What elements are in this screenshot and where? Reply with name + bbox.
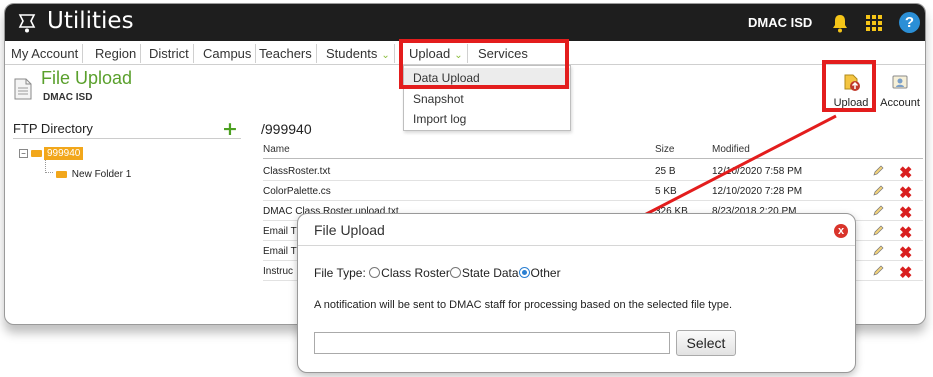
collapse-icon[interactable]: − — [19, 149, 28, 158]
file-modified: 12/10/2020 7:28 PM — [712, 186, 803, 197]
nav-district[interactable]: District — [145, 44, 194, 63]
radio-class-roster[interactable] — [369, 267, 381, 278]
file-modified: 12/10/2020 7:58 PM — [712, 166, 803, 177]
file-size: 5 KB — [655, 186, 677, 197]
nav-students[interactable]: Students ⌄ — [322, 44, 395, 63]
select-button[interactable]: Select — [676, 330, 736, 356]
table-row[interactable]: ClassRoster.txt 25 B 12/10/2020 7:58 PM … — [263, 161, 923, 182]
document-icon — [14, 78, 32, 100]
screenshot-stage: Utilities DMAC ISD ? My Account Region D… — [0, 0, 933, 377]
highlight-upload-menu — [399, 39, 569, 89]
edit-icon[interactable] — [872, 205, 884, 217]
header-divider — [263, 158, 923, 159]
tree-child-folder[interactable]: New Folder 1 — [53, 169, 131, 180]
folder-icon — [31, 150, 42, 157]
delete-icon[interactable]: ✖ — [899, 266, 912, 282]
file-name: ClassRoster.txt — [263, 166, 331, 177]
tree-root-folder[interactable]: − 999940 — [19, 147, 84, 160]
file-name: Email T — [263, 226, 297, 237]
highlight-upload-button — [822, 60, 876, 112]
edit-icon[interactable] — [872, 185, 884, 197]
edit-icon[interactable] — [872, 245, 884, 257]
folder-icon — [56, 170, 67, 178]
nav-region[interactable]: Region — [91, 44, 142, 63]
radio-state-data-label[interactable]: State Data — [462, 266, 519, 280]
notification-text: A notification will be sent to DMAC staf… — [314, 299, 733, 311]
column-header-size[interactable]: Size — [655, 144, 674, 155]
delete-icon[interactable]: ✖ — [899, 246, 912, 262]
help-icon[interactable]: ? — [899, 12, 920, 33]
top-bar: Utilities DMAC ISD ? — [5, 4, 925, 41]
root-folder-label: 999940 — [44, 147, 84, 160]
bell-icon[interactable] — [830, 13, 850, 33]
menu-item-import-log[interactable]: Import log — [404, 109, 570, 130]
page-subtitle: DMAC ISD — [43, 92, 93, 103]
radio-class-roster-label[interactable]: Class Roster — [381, 266, 450, 280]
dialog-title: File Upload — [314, 222, 385, 238]
file-path-input[interactable] — [314, 332, 670, 354]
delete-icon[interactable]: ✖ — [899, 226, 912, 242]
file-name: ColorPalette.cs — [263, 186, 331, 197]
nav-my-account[interactable]: My Account — [7, 44, 84, 63]
column-header-name[interactable]: Name — [263, 144, 290, 155]
nav-students-label: Students — [326, 46, 378, 61]
radio-other[interactable] — [518, 267, 530, 278]
delete-icon[interactable]: ✖ — [899, 186, 912, 202]
file-name: Email T — [263, 246, 297, 257]
org-name[interactable]: DMAC ISD — [748, 15, 812, 30]
ftp-directory-header: FTP Directory — [13, 121, 241, 139]
dialog-header: File Upload x — [298, 214, 855, 246]
radio-state-data[interactable] — [449, 267, 461, 278]
edit-icon[interactable] — [872, 165, 884, 177]
delete-icon[interactable]: ✖ — [899, 206, 912, 222]
nav-teachers[interactable]: Teachers — [255, 44, 317, 63]
utilities-icon — [18, 14, 36, 33]
edit-icon[interactable] — [872, 265, 884, 277]
column-header-modified[interactable]: Modified — [712, 144, 750, 155]
file-name: Instruc — [263, 266, 294, 277]
apps-grid-icon[interactable] — [866, 15, 882, 31]
file-upload-dialog: File Upload x File Type: Class Roster Sta… — [297, 213, 856, 373]
page-title: File Upload — [41, 68, 133, 88]
plus-icon[interactable]: + — [222, 120, 238, 139]
file-type-label: File Type: — [314, 266, 366, 280]
file-type-row: File Type: Class Roster State Data Other — [314, 266, 561, 280]
app-title: Utilities — [47, 8, 134, 34]
delete-icon[interactable]: ✖ — [899, 166, 912, 182]
child-folder-label: New Folder 1 — [71, 169, 132, 180]
tree-connector — [45, 160, 53, 173]
menu-item-snapshot[interactable]: Snapshot — [404, 89, 570, 110]
nav-campus[interactable]: Campus — [199, 44, 257, 63]
file-size: 25 B — [655, 166, 676, 177]
account-button[interactable]: Account — [877, 72, 923, 109]
chevron-down-icon: ⌄ — [381, 50, 390, 61]
current-path: /999940 — [261, 121, 312, 137]
account-button-label: Account — [880, 97, 920, 109]
radio-other-label[interactable]: Other — [531, 266, 561, 280]
account-icon — [892, 75, 908, 89]
close-icon[interactable]: x — [834, 224, 848, 238]
table-row[interactable]: ColorPalette.cs 5 KB 12/10/2020 7:28 PM … — [263, 181, 923, 202]
edit-icon[interactable] — [872, 225, 884, 237]
